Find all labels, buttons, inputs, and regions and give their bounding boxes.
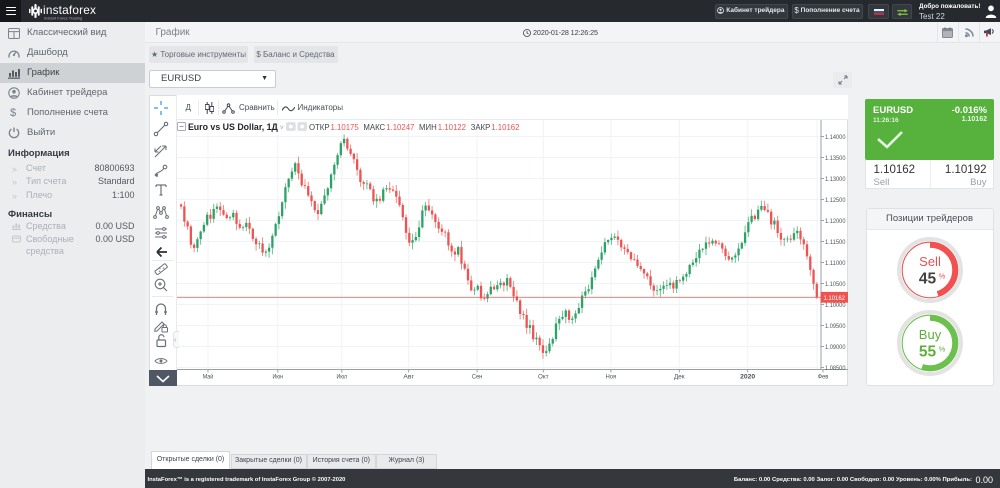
svg-text:1.13500: 1.13500 bbox=[825, 155, 846, 162]
svg-text:Май: Май bbox=[202, 373, 213, 381]
svg-text:1.09000: 1.09000 bbox=[825, 344, 846, 351]
svg-text:1.12000: 1.12000 bbox=[825, 218, 846, 225]
svg-text:Фев: Фев bbox=[817, 374, 828, 381]
svg-text:1.10000: 1.10000 bbox=[825, 302, 846, 309]
svg-text:Сен: Сен bbox=[471, 374, 482, 381]
svg-text:1.11500: 1.11500 bbox=[825, 239, 846, 246]
svg-text:45: 45 bbox=[918, 271, 936, 288]
svg-text:Окт: Окт bbox=[538, 374, 549, 381]
svg-text:1.13000: 1.13000 bbox=[825, 176, 846, 183]
svg-text:%: % bbox=[938, 272, 945, 281]
svg-text:Sell: Sell bbox=[919, 254, 941, 269]
svg-text:1.14000: 1.14000 bbox=[825, 134, 846, 141]
svg-text:1.10162: 1.10162 bbox=[823, 295, 845, 302]
svg-text:2020: 2020 bbox=[740, 374, 755, 381]
svg-text:55: 55 bbox=[918, 344, 936, 361]
svg-text:1.11000: 1.11000 bbox=[825, 260, 846, 267]
svg-text:1.12500: 1.12500 bbox=[825, 197, 846, 204]
svg-text:1.08500: 1.08500 bbox=[825, 365, 846, 372]
svg-text:Buy: Buy bbox=[918, 327, 941, 342]
svg-text:Дек: Дек bbox=[674, 374, 685, 381]
svg-text:Июл: Июл bbox=[336, 374, 347, 381]
svg-text:Июн: Июн bbox=[272, 374, 283, 381]
svg-text:%: % bbox=[938, 345, 945, 354]
svg-text:Ноя: Ноя bbox=[605, 374, 616, 381]
svg-text:Авг: Авг bbox=[403, 374, 414, 381]
svg-text:1.09500: 1.09500 bbox=[825, 323, 846, 330]
svg-text:1.10500: 1.10500 bbox=[825, 281, 846, 288]
